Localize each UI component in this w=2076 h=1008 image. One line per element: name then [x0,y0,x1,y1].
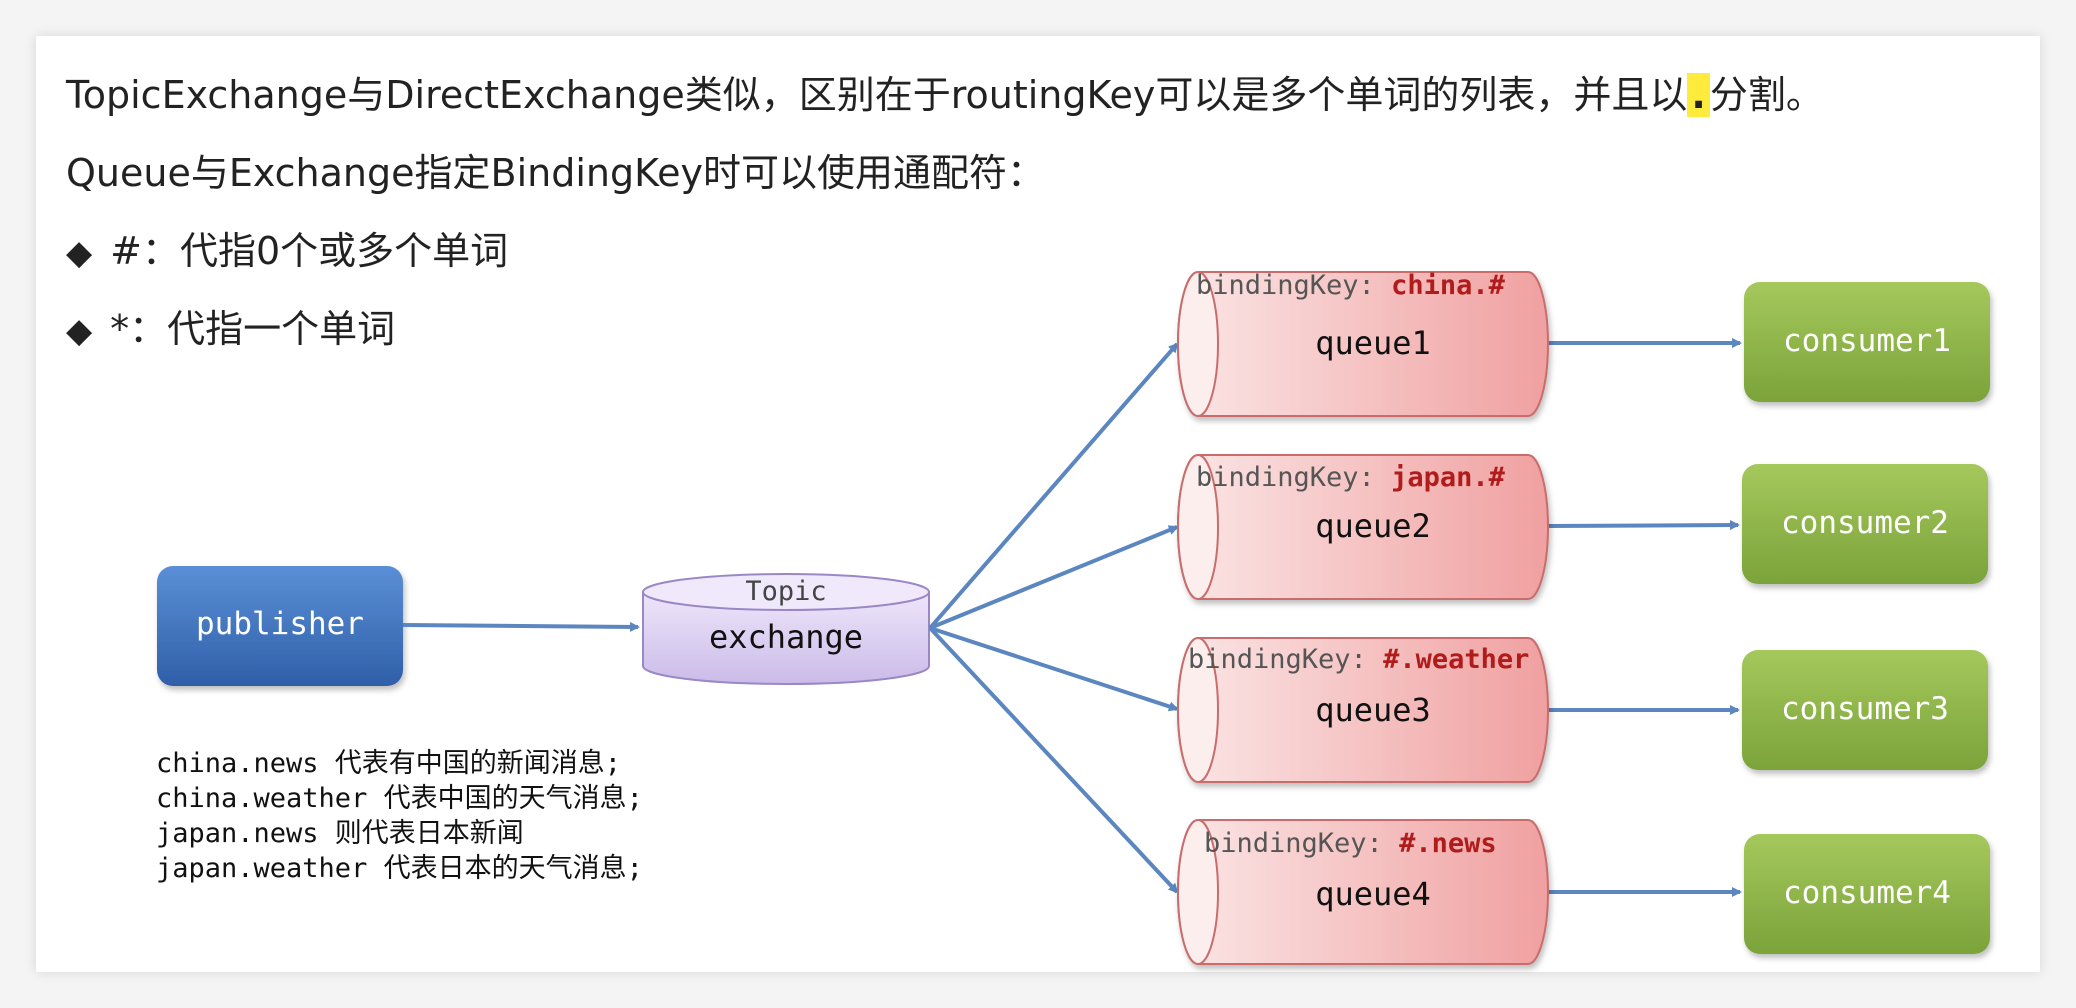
queue4-label: queue4 [1315,875,1431,913]
binding-key-value: #.weather [1383,644,1530,675]
consumer3-label: consumer3 [1781,691,1949,727]
binding-key-value: china.# [1391,270,1505,301]
binding-key-queue1: bindingKey: china.# [1196,270,1505,301]
example-line: china.weather 代表中国的天气消息; [156,783,643,814]
queue1-label: queue1 [1315,324,1431,362]
arrow-publisher-exchange [402,621,640,632]
consumer4-label: consumer4 [1783,875,1951,911]
publisher-label: publisher [196,606,364,642]
exchange-name-label: exchange [708,618,864,656]
arrow-exchange-queue2 [929,525,1179,630]
example-line: japan.weather 代表日本的天气消息; [156,853,643,884]
binding-key-label: bindingKey: [1196,270,1375,301]
binding-key-value: japan.# [1391,462,1505,493]
routing-key-examples: china.news 代表有中国的新闻消息; china.weather 代表中国… [156,746,643,886]
binding-key-queue4: bindingKey: #.news [1204,828,1497,859]
arrow-exchange-queue1 [928,342,1179,630]
binding-key-label: bindingKey: [1196,462,1375,493]
queue3-label: queue3 [1315,691,1431,729]
exchange-type-label: Topic [745,576,827,607]
binding-key-queue2: bindingKey: japan.# [1196,462,1505,493]
binding-key-label: bindingKey: [1204,828,1383,859]
binding-key-label: bindingKey: [1188,644,1367,675]
example-line: japan.news 则代表日本新闻 [156,818,524,849]
consumer2-label: consumer2 [1781,505,1949,541]
binding-key-queue3: bindingKey: #.weather [1188,644,1529,675]
queue2-label: queue2 [1315,507,1431,545]
example-line: china.news 代表有中国的新闻消息; [156,748,622,779]
arrow-queue2-consumer2 [1547,520,1740,531]
consumer1-label: consumer1 [1783,323,1951,359]
binding-key-value: #.news [1399,828,1497,859]
